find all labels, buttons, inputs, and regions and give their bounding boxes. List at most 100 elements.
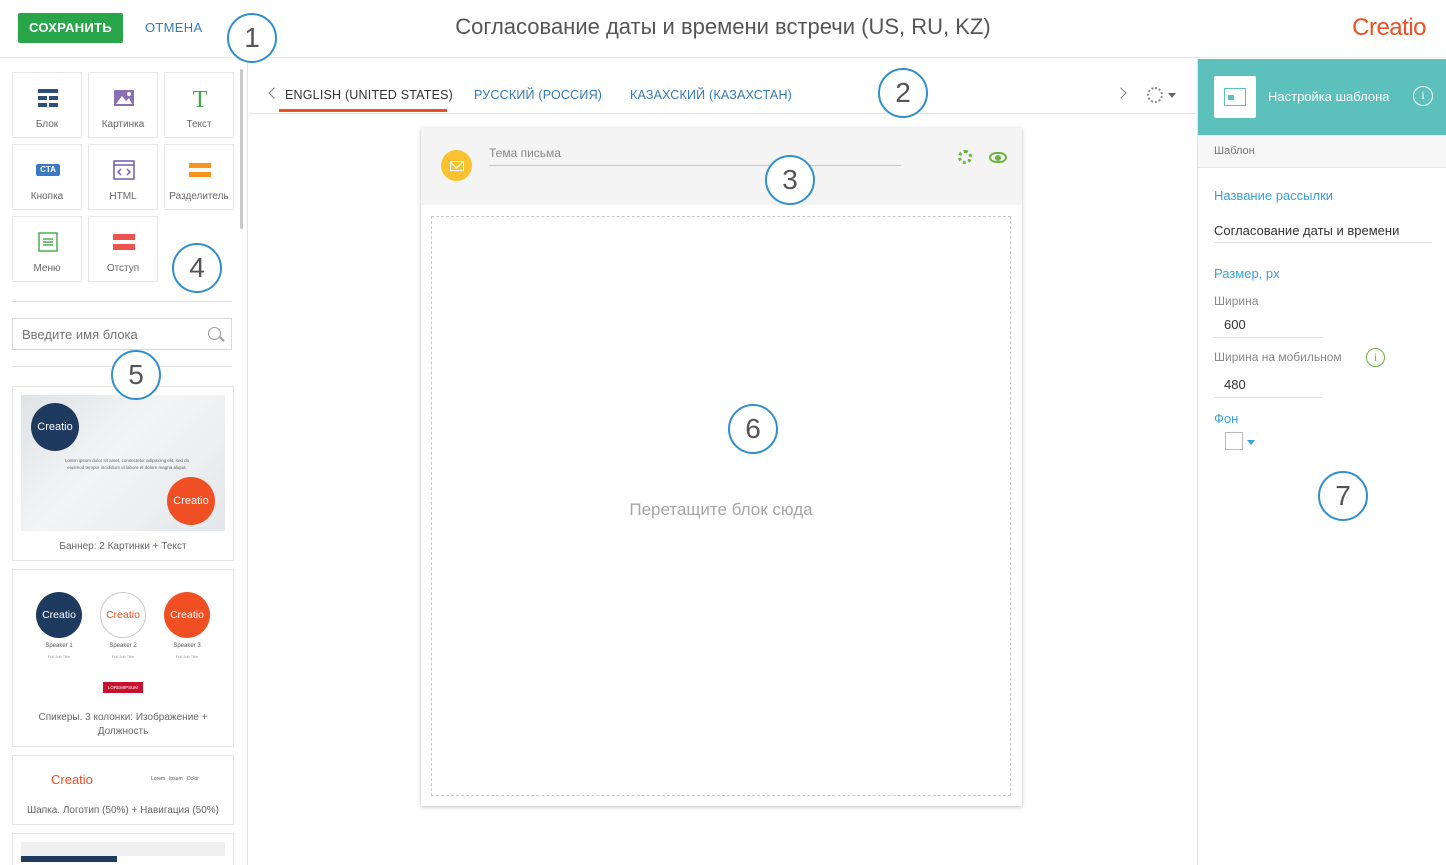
template-preview-bar [21,856,117,862]
preview-logo-orange: Creatio [167,477,215,525]
template-card-caption: Спикеры. 3 колонки: Изображение + Должно… [38,712,208,737]
field-underline [1214,242,1432,243]
speaker-title: Full Job Title [111,654,135,659]
settings-cog-icon[interactable] [958,150,972,164]
tab-kazakh[interactable]: КАЗАХСКИЙ (КАЗАХСТАН) [630,88,792,102]
tab-english[interactable]: ENGLISH (UNITED STATES) [285,88,453,102]
email-header: Тема письма [421,128,1022,205]
email-template-card: Тема письма Перетащите блок сюда [421,128,1022,806]
settings-panel-header: Настройка шаблона i [1198,59,1446,135]
field-underline [1214,337,1322,338]
template-card-speakers[interactable]: Creatio Creatio Creatio Speaker 1 Speake… [12,569,234,747]
block-tile-html[interactable]: HTML [88,144,158,210]
size-label: Размер, px [1214,266,1280,281]
block-tile-label: HTML [109,191,137,202]
block-tile-image[interactable]: Картинка [88,72,158,138]
mobile-width-info-icon[interactable]: i [1366,348,1385,367]
template-preview [21,842,225,856]
banner-preview-image: Creatio Lorem ipsum dolor sit amet, cons… [21,395,225,531]
block-tile-label: Разделитель [169,191,229,202]
envelope-icon [441,150,472,181]
mailing-name-field[interactable]: Согласование даты и времени [1214,223,1399,238]
blocks-panel-scrollbar[interactable] [240,69,243,229]
panel-divider [12,301,232,302]
mobile-width-label: Ширина на мобильном [1214,350,1342,364]
speaker-photo: Creatio [164,592,210,638]
block-tile-label: Картинка [101,119,145,130]
speaker-name: Speaker 2 [109,643,137,649]
preview-nav-item: Lorem [151,776,166,782]
mobile-width-field[interactable]: 480 [1224,377,1246,392]
speaker-photo: Creatio [36,592,82,638]
cancel-button[interactable]: ОТМЕНА [145,13,202,43]
background-label: Фон [1214,411,1239,426]
width-field[interactable]: 600 [1224,317,1246,332]
tab-russian[interactable]: РУССКИЙ (РОССИЯ) [474,88,602,102]
template-card-banner[interactable]: Creatio Lorem ipsum dolor sit amet, cons… [12,386,234,561]
block-tile-label: Отступ [106,263,140,274]
settings-panel-title: Настройка шаблона [1268,89,1390,104]
template-card-partial[interactable] [12,833,234,865]
callout-marker: 4 [172,243,222,293]
settings-section-label: Шаблон [1214,145,1255,157]
preview-logo-dark: Creatio [31,403,79,451]
block-search-input[interactable] [13,319,193,349]
creatio-logo: Creatio [1352,14,1426,41]
preview-cta-button: LOREMIPSUM [103,682,143,693]
preview-eye-icon[interactable] [989,152,1007,163]
speaker-title: Full Job Title [47,654,71,659]
drop-zone-hint: Перетащите блок сюда [629,500,813,519]
block-tile-menu[interactable]: Меню [12,216,82,282]
template-icon [1214,76,1256,118]
background-color-swatch[interactable] [1225,432,1243,450]
block-tile-button[interactable]: CTA Кнопка [12,144,82,210]
block-tile-divider[interactable]: Разделитель [164,144,234,210]
block-search-box[interactable] [12,318,232,350]
cta-button-icon: CTA [36,164,60,176]
layout-grid-icon [38,89,58,107]
block-tile-block[interactable]: Блок [12,72,82,138]
speaker-name: Speaker 3 [173,643,201,649]
callout-marker: 2 [878,68,928,118]
text-icon: T [193,87,208,109]
settings-section-header: Шаблон [1198,135,1446,168]
language-tabs-bar: ENGLISH (UNITED STATES) РУССКИЙ (РОССИЯ)… [249,59,1196,114]
width-label: Ширина [1214,294,1259,308]
save-button[interactable]: СОХРАНИТЬ [18,13,123,43]
spacer-icon [113,234,135,250]
block-tile-label: Текст [186,119,212,130]
block-drop-zone[interactable]: Перетащите блок сюда [431,216,1011,796]
preview-nav-item: Ipsum [169,776,183,782]
callout-marker: 1 [227,13,277,63]
speaker-name: Speaker 1 [45,643,73,649]
callout-marker: 7 [1318,471,1368,521]
active-tab-indicator [279,109,447,112]
image-icon [114,90,134,106]
callout-marker: 5 [111,350,161,400]
chevron-right-icon[interactable] [1115,87,1127,99]
block-tile-spacer[interactable]: Отступ [88,216,158,282]
field-underline [1214,397,1322,398]
menu-icon [38,232,58,252]
template-card-caption: Шапка. Логотип (50%) + Навигация (50%) [26,805,220,816]
info-icon[interactable]: i [1413,86,1433,106]
chevron-left-icon[interactable] [268,87,280,99]
preview-logo: Creatio [51,772,93,787]
caret-down-icon[interactable] [1247,440,1255,445]
template-settings-panel: Настройка шаблона i Шаблон Название расс… [1197,59,1446,865]
gear-icon[interactable] [1147,87,1163,103]
svg-text:T: T [193,87,208,109]
search-icon[interactable] [208,327,221,340]
callout-marker: 6 [728,404,778,454]
mailing-name-label: Название рассылки [1214,188,1334,203]
speaker-photo: Creatio [100,592,146,638]
block-tile-text[interactable]: T Текст [164,72,234,138]
divider-icon [189,163,211,177]
page-title: Согласование даты и времени встречи (US,… [455,14,991,39]
template-card-caption: Баннер: 2 Картинки + Текст [59,541,187,552]
subject-field[interactable]: Тема письма [489,146,901,166]
caret-down-icon[interactable] [1168,93,1176,98]
template-card-header[interactable]: Creatio Lorem Ipsum Dolor Шапка. Логотип… [12,755,234,825]
speaker-title: Full Job Title [175,654,199,659]
html-code-icon [113,160,135,180]
